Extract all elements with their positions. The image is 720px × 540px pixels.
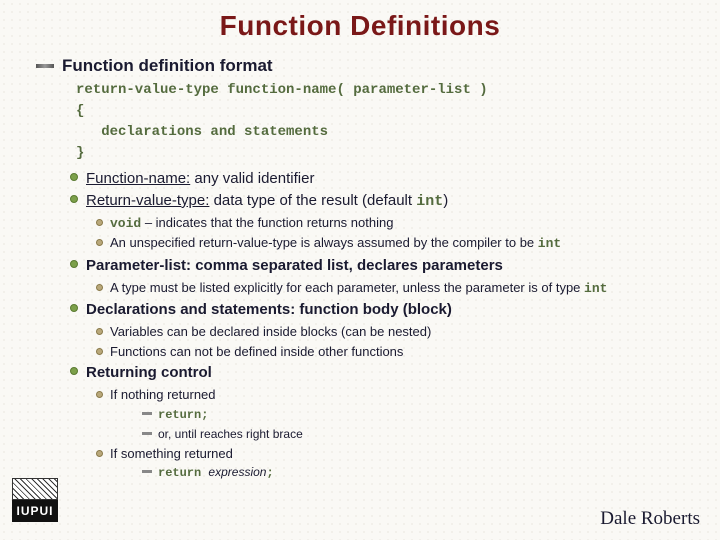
building-icon xyxy=(12,478,58,500)
bullet-return-stmt: return; xyxy=(142,405,698,425)
bullet-something-returned: If something returned xyxy=(96,444,698,464)
section-heading: Function definition format xyxy=(36,56,698,76)
author-name: Dale Roberts xyxy=(600,508,700,530)
bullet-returning-control: Returning control xyxy=(70,361,698,385)
bullet-function-name: Function-name: any valid identifier xyxy=(70,168,698,190)
bullet-parameter-list: Parameter-list: comma separated list, de… xyxy=(70,254,698,278)
bullet-declarations: Declarations and statements: function bo… xyxy=(70,298,698,322)
logo-text: IUPUI xyxy=(12,500,58,522)
bullet-return-value-type: Return-value-type: data type of the resu… xyxy=(70,190,698,213)
bullet-vars-nested: Variables can be declared inside blocks … xyxy=(96,322,698,342)
bullet-unspecified-type: An unspecified return-value-type is alwa… xyxy=(96,233,698,254)
bullet-nothing-returned: If nothing returned xyxy=(96,385,698,405)
bullet-until-brace: or, until reaches right brace xyxy=(142,425,698,444)
slide-title: Function Definitions xyxy=(22,10,698,42)
bullet-fns-not-nested: Functions can not be defined inside othe… xyxy=(96,342,698,362)
bullet-param-type: A type must be listed explicitly for eac… xyxy=(96,278,698,299)
bullet-void: void – indicates that the function retur… xyxy=(96,213,698,234)
iupui-logo: IUPUI xyxy=(12,478,58,524)
bullet-return-expression: return expression; xyxy=(142,463,698,483)
code-block: return-value-type function-name( paramet… xyxy=(76,80,698,164)
